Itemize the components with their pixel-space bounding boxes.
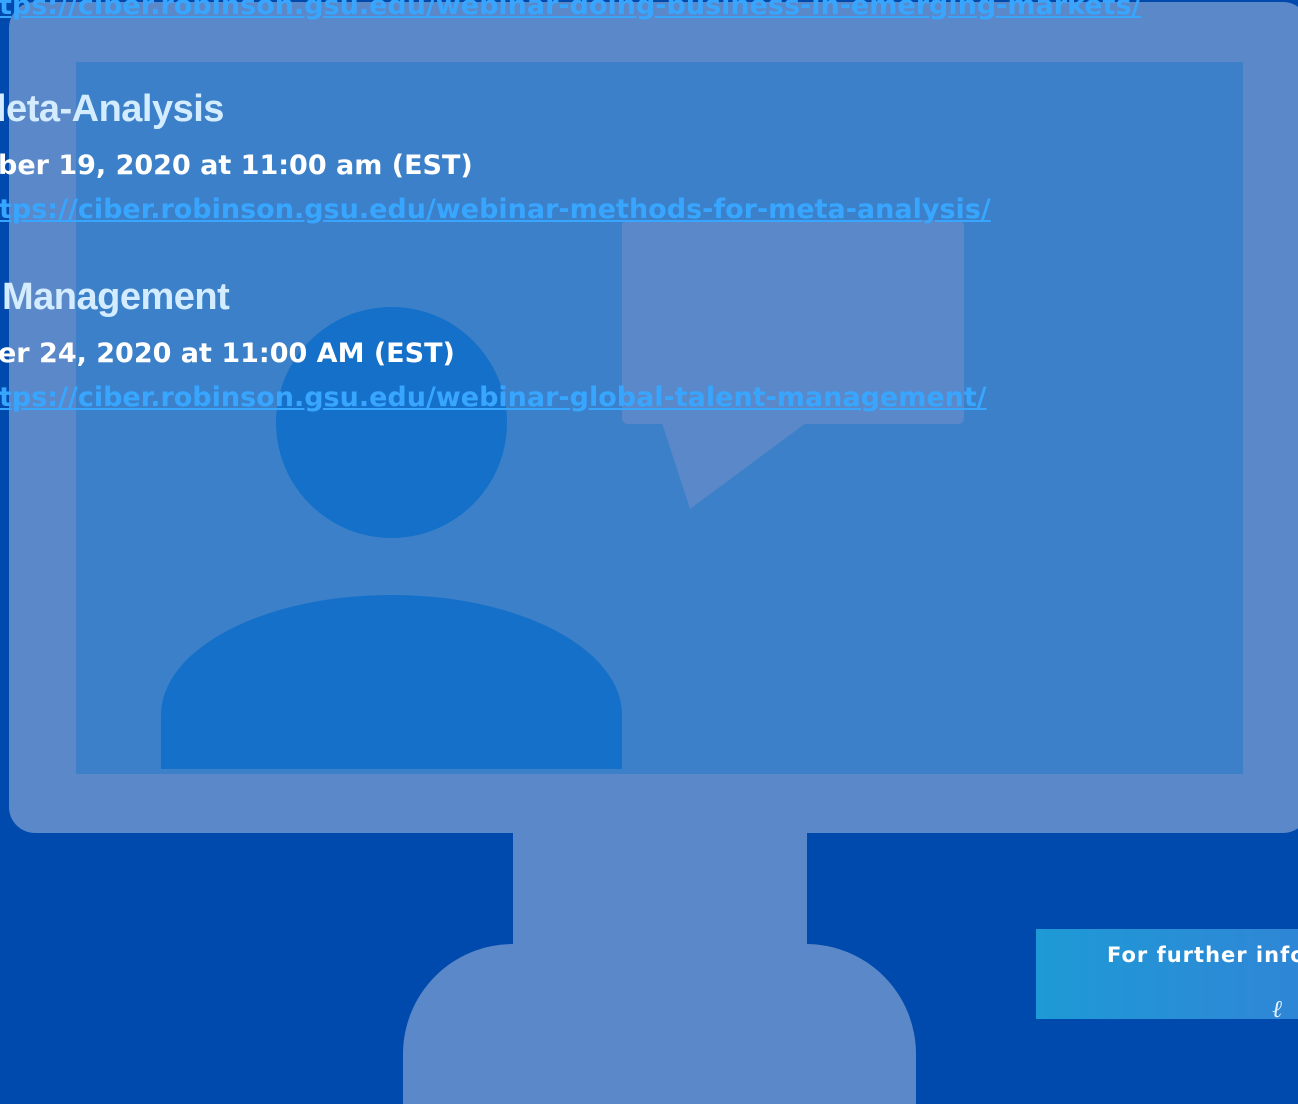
webinar-title-talent-management: Management	[2, 276, 230, 318]
monitor-stand-base	[403, 944, 916, 1104]
webinar-link-emerging-markets[interactable]: tps://ciber.robinson.gsu.edu/webinar-doi…	[0, 0, 1141, 21]
webinar-date-talent-management: er 24, 2020 at 11:00 AM (EST)	[0, 338, 455, 369]
further-info-text: For further info	[1107, 943, 1298, 967]
speech-bubble-tail	[662, 423, 806, 509]
webinar-link-talent-management[interactable]: tps://ciber.robinson.gsu.edu/webinar-glo…	[0, 382, 987, 413]
webinar-date-meta-analysis: ber 19, 2020 at 11:00 am (EST)	[0, 150, 473, 181]
webinar-link-meta-analysis[interactable]: tps://ciber.robinson.gsu.edu/webinar-met…	[0, 194, 991, 225]
further-info-box: For further info ℓ	[1036, 929, 1298, 1019]
monitor-stand-neck	[513, 832, 807, 946]
webinar-title-meta-analysis: leta-Analysis	[0, 88, 224, 130]
logo-icon: ℓ	[1272, 995, 1282, 1019]
